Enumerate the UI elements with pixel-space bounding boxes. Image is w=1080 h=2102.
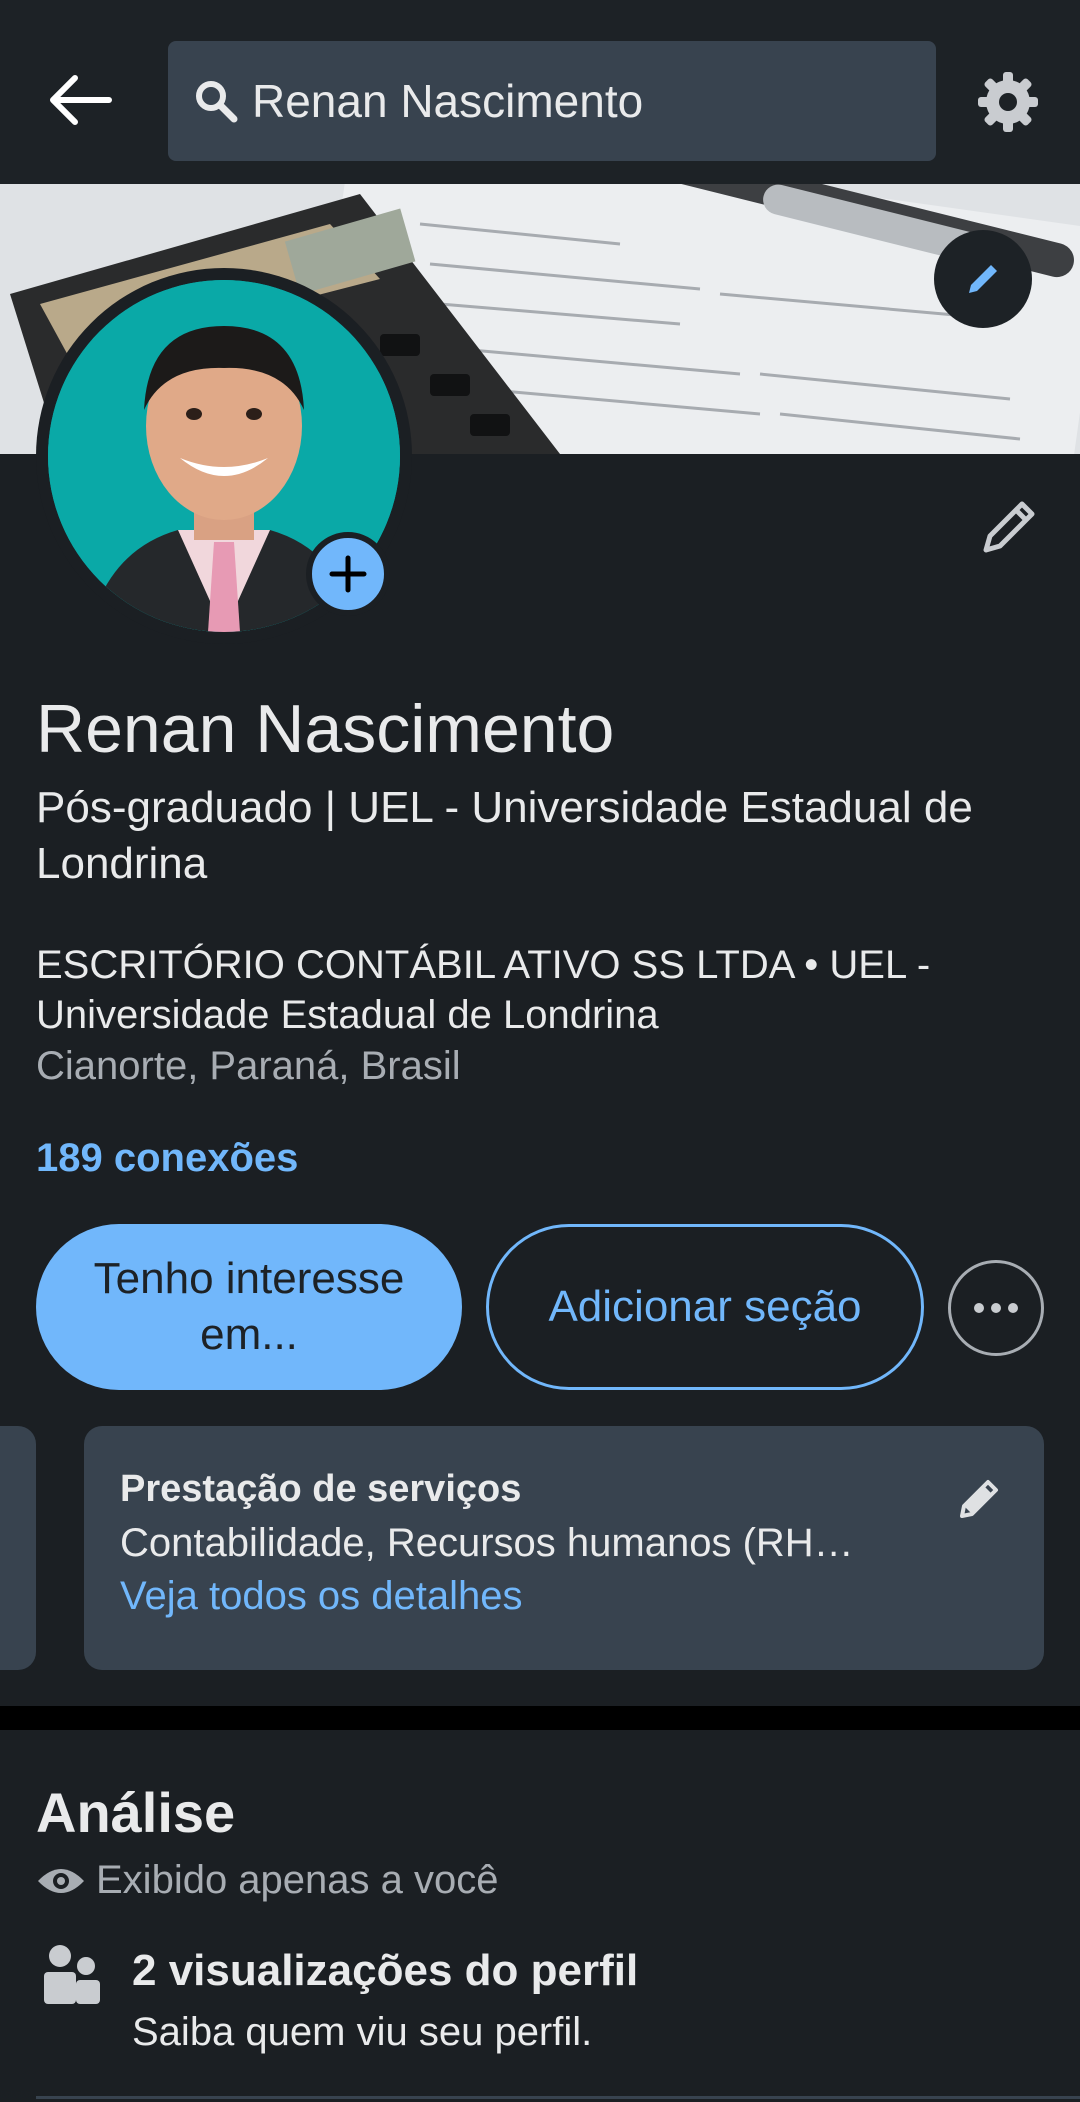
back-arrow-icon xyxy=(50,75,112,125)
services-card-title: Prestação de serviços xyxy=(120,1468,522,1510)
profile-views-subtitle: Saiba quem viu seu perfil. xyxy=(132,2010,593,2054)
settings-button[interactable] xyxy=(972,66,1044,138)
profile-company: ESCRITÓRIO CONTÁBIL ATIVO SS LTDA • UEL … xyxy=(36,943,931,1037)
connections-link[interactable]: 189 conexões xyxy=(36,1136,298,1181)
pencil-icon xyxy=(983,501,1035,553)
edit-profile-button[interactable] xyxy=(972,490,1044,562)
search-icon xyxy=(196,81,238,123)
services-card-description: Contabilidade, Recursos humanos (RH… xyxy=(120,1521,854,1565)
gear-icon xyxy=(978,72,1038,132)
pencil-icon xyxy=(969,265,997,293)
more-icon xyxy=(974,1303,1018,1313)
profile-name: Renan Nascimento xyxy=(36,691,615,767)
back-button[interactable] xyxy=(40,62,120,138)
analytics-visibility: Exibido apenas a você xyxy=(36,1858,499,1903)
analytics-visibility-text: Exibido apenas a você xyxy=(96,1858,499,1902)
section-divider xyxy=(0,1706,1080,1730)
search-input[interactable]: Renan Nascimento xyxy=(168,41,936,161)
services-card-link[interactable]: Veja todos os detalhes xyxy=(120,1574,1008,1619)
edit-services-button[interactable] xyxy=(950,1470,1006,1526)
profile-headline: Pós-graduado | UEL - Universidade Estadu… xyxy=(36,783,973,888)
search-query: Renan Nascimento xyxy=(252,75,644,127)
pencil-icon xyxy=(960,1480,998,1518)
people-icon xyxy=(44,1945,100,2004)
more-button[interactable] xyxy=(948,1260,1044,1356)
analytics-divider xyxy=(36,2096,1080,2099)
analytics-title: Análise xyxy=(36,1781,236,1844)
plus-icon xyxy=(329,555,367,593)
add-photo-button[interactable] xyxy=(306,532,390,616)
open-to-button[interactable]: Tenho interesse em... xyxy=(36,1224,462,1390)
add-section-button[interactable]: Adicionar seção xyxy=(486,1224,924,1390)
profile-location: Cianorte, Paraná, Brasil xyxy=(36,1044,461,1088)
services-card[interactable]: Prestação de serviços Contabilidade, Rec… xyxy=(84,1426,1044,1670)
top-bar: Renan Nascimento xyxy=(0,0,1080,184)
eye-icon xyxy=(38,1868,84,1893)
edit-banner-button[interactable] xyxy=(934,230,1032,328)
previous-card[interactable] xyxy=(0,1426,36,1670)
profile-views-title[interactable]: 2 visualizações do perfil xyxy=(132,1946,638,1996)
